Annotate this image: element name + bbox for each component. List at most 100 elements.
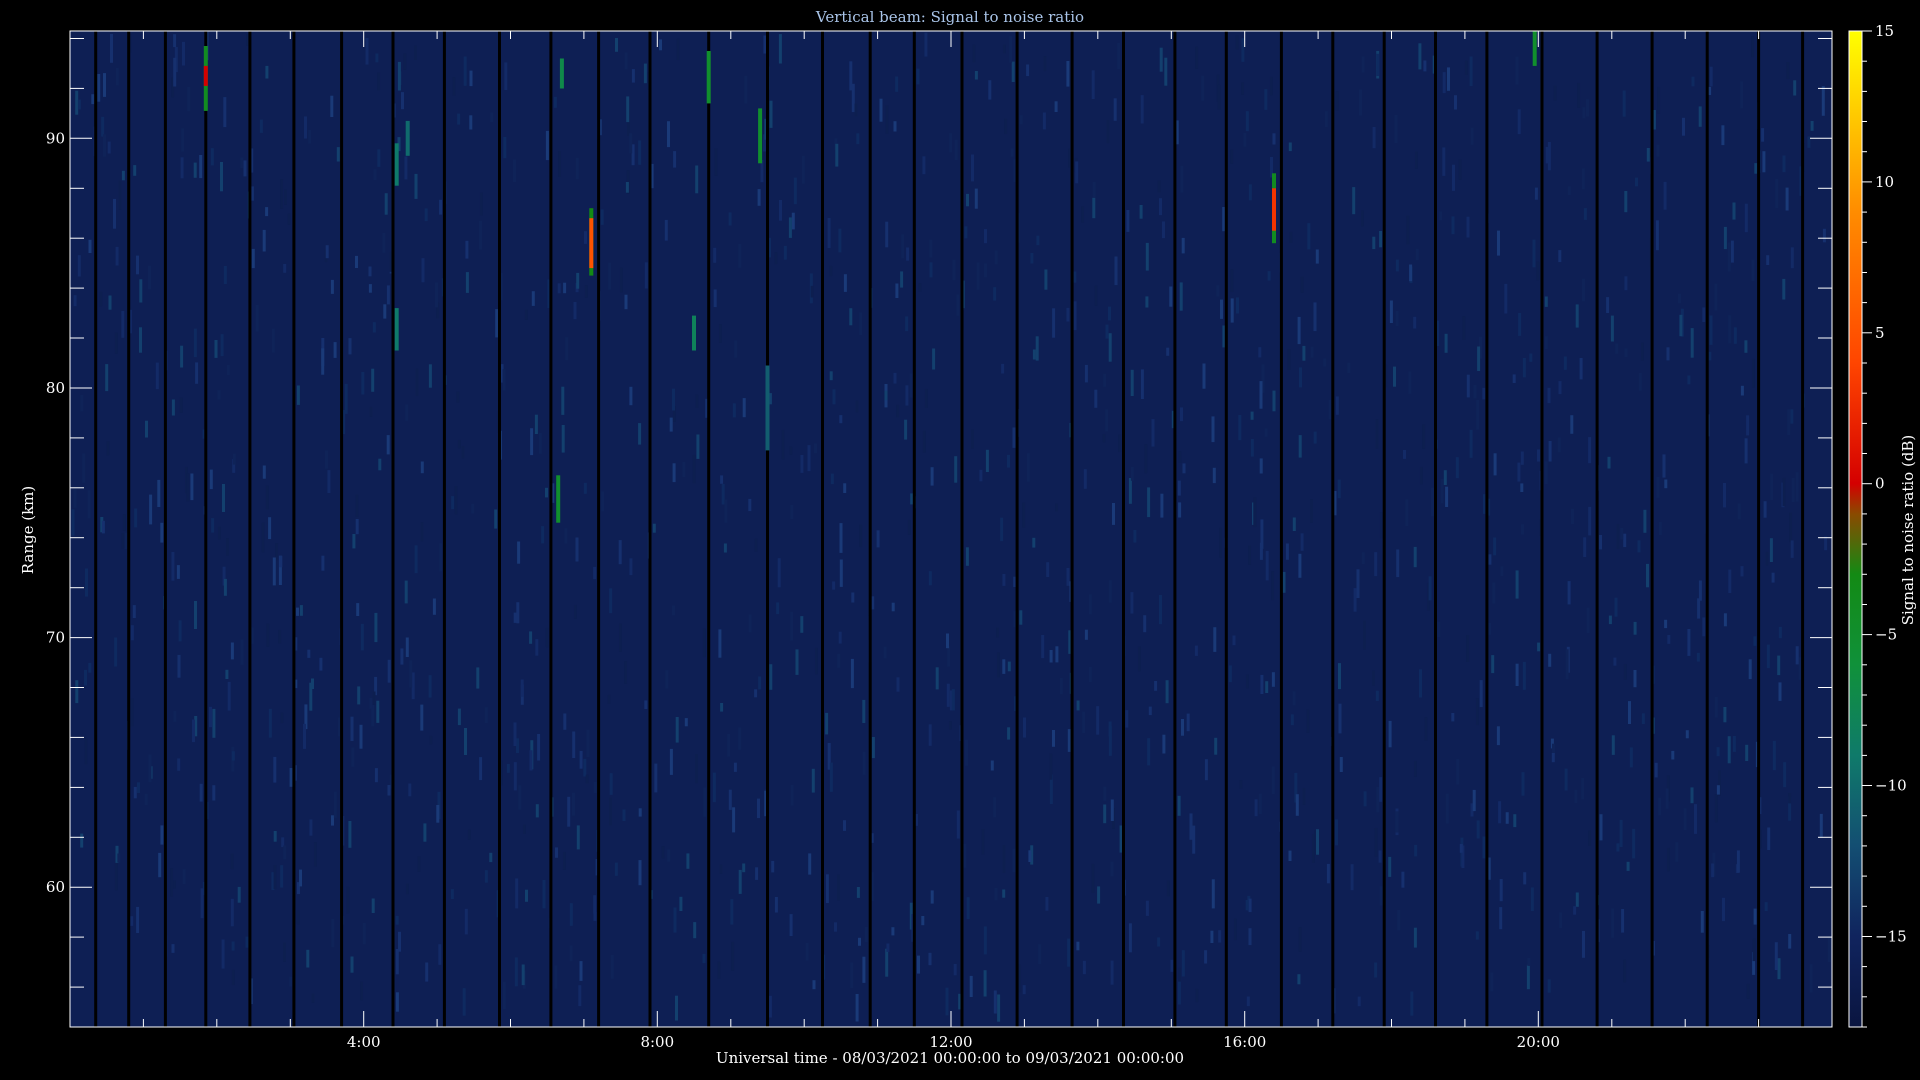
- noise-speckle: [969, 975, 973, 997]
- noise-speckle: [177, 654, 181, 678]
- noise-speckle: [1517, 462, 1521, 482]
- noise-speckle: [362, 922, 366, 945]
- noise-speckle: [1379, 231, 1383, 248]
- noise-speckle: [1466, 374, 1470, 398]
- noise-speckle: [1335, 91, 1339, 111]
- noise-speckle: [1619, 819, 1623, 847]
- noise-speckle: [1473, 384, 1477, 399]
- noise-speckle: [1157, 180, 1161, 193]
- noise-speckle: [1212, 467, 1216, 484]
- echo-mark: [589, 218, 594, 269]
- noise-speckle: [1787, 409, 1791, 435]
- noise-speckle: [1022, 985, 1026, 995]
- noise-speckle: [856, 887, 860, 898]
- noise-speckle: [397, 61, 401, 91]
- noise-speckle: [1654, 762, 1658, 778]
- noise-speckle: [956, 810, 960, 839]
- noise-speckle: [1521, 772, 1525, 796]
- data-gap-stripe: [1122, 31, 1125, 1027]
- colorbar-label: Signal to noise ratio (dB): [1899, 435, 1917, 626]
- noise-speckle: [629, 558, 633, 576]
- noise-speckle: [1376, 787, 1380, 813]
- noise-speckle: [742, 398, 746, 418]
- noise-speckle: [355, 494, 359, 517]
- noise-speckle: [1022, 502, 1026, 528]
- noise-speckle: [1588, 506, 1592, 536]
- noise-speckle: [139, 327, 142, 353]
- noise-speckle: [503, 137, 507, 159]
- noise-speckle: [476, 667, 480, 689]
- noise-speckle: [1159, 595, 1162, 625]
- noise-speckle: [971, 429, 974, 449]
- y-tick-label: 80: [46, 379, 65, 397]
- noise-speckle: [830, 473, 834, 485]
- noise-speckle: [1723, 613, 1727, 627]
- noise-speckle: [1335, 396, 1339, 415]
- noise-speckle: [1423, 60, 1427, 72]
- noise-speckle: [1700, 911, 1704, 933]
- noise-speckle: [1298, 435, 1302, 458]
- noise-speckle: [1685, 730, 1689, 739]
- noise-speckle: [1522, 661, 1526, 690]
- noise-speckle: [1777, 958, 1781, 980]
- noise-speckle: [910, 493, 914, 505]
- noise-speckle: [1059, 678, 1063, 695]
- noise-speckle: [1356, 569, 1360, 598]
- noise-speckle: [133, 165, 137, 176]
- noise-speckle: [1637, 540, 1641, 553]
- noise-speckle: [909, 373, 913, 398]
- noise-speckle: [659, 39, 662, 51]
- noise-speckle: [359, 724, 363, 749]
- data-gap-stripe: [127, 31, 131, 1027]
- noise-speckle: [1623, 533, 1627, 548]
- noise-speckle: [1469, 429, 1473, 458]
- noise-speckle: [1721, 125, 1725, 146]
- noise-speckle: [195, 362, 199, 384]
- noise-speckle: [672, 463, 676, 483]
- noise-speckle: [1582, 107, 1586, 119]
- noise-speckle: [1746, 983, 1750, 999]
- data-gap-stripe: [498, 31, 501, 1027]
- noise-speckle: [994, 250, 998, 265]
- noise-speckle: [563, 282, 567, 294]
- data-gap-stripe: [1434, 31, 1437, 1027]
- noise-speckle: [1558, 381, 1562, 395]
- noise-speckle: [924, 32, 928, 57]
- noise-speckle: [436, 805, 440, 823]
- noise-speckle: [1469, 56, 1473, 86]
- noise-speckle: [336, 147, 340, 162]
- noise-speckle: [572, 731, 576, 758]
- noise-speckle: [1711, 863, 1715, 878]
- noise-speckle: [1529, 353, 1533, 362]
- noise-speckle: [790, 504, 794, 520]
- noise-speckle: [1694, 804, 1697, 834]
- noise-speckle: [839, 559, 843, 587]
- noise-speckle: [1482, 836, 1486, 859]
- noise-speckle: [1076, 700, 1080, 711]
- noise-speckle: [428, 675, 432, 698]
- noise-speckle: [179, 397, 183, 413]
- noise-speckle: [812, 980, 816, 990]
- noise-speckle: [313, 842, 317, 867]
- noise-speckle: [1544, 461, 1548, 484]
- noise-speckle: [232, 453, 236, 465]
- noise-speckle: [993, 797, 997, 818]
- noise-speckle: [884, 390, 888, 401]
- noise-speckle: [105, 364, 109, 392]
- noise-speckle: [954, 456, 958, 483]
- noise-speckle: [1292, 691, 1296, 706]
- noise-speckle: [280, 865, 284, 888]
- noise-speckle: [331, 815, 334, 826]
- noise-speckle: [383, 304, 387, 319]
- noise-speckle: [997, 994, 1001, 1022]
- noise-speckle: [177, 758, 181, 771]
- noise-speckle: [672, 605, 675, 616]
- noise-speckle: [1565, 649, 1569, 680]
- noise-speckle: [748, 614, 752, 633]
- noise-speckle: [1665, 788, 1669, 809]
- noise-speckle: [414, 45, 417, 60]
- noise-speckle: [194, 601, 197, 629]
- echo-mark: [394, 143, 399, 186]
- noise-speckle: [356, 603, 360, 616]
- noise-speckle: [227, 681, 231, 711]
